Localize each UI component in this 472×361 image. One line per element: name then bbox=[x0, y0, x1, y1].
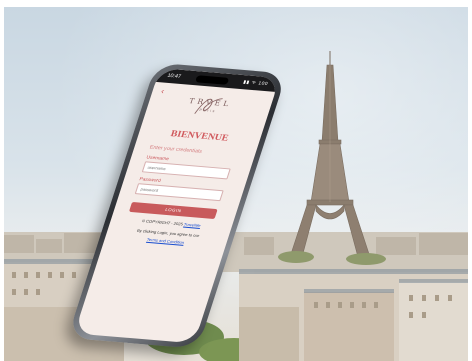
credentials-subtitle: Enter your credentials bbox=[148, 144, 203, 155]
username-label: Username bbox=[145, 154, 170, 162]
password-input[interactable] bbox=[134, 183, 224, 202]
password-label: Password bbox=[138, 176, 162, 183]
status-icons: ▮▮ ᯤ 100 bbox=[242, 79, 269, 87]
login-button[interactable]: LOGIN bbox=[128, 201, 218, 220]
dynamic-island bbox=[194, 74, 230, 85]
travelme-link[interactable]: TravelMe bbox=[183, 223, 201, 228]
status-time: 10:47 bbox=[166, 72, 182, 80]
welcome-title: BIENVENUE bbox=[169, 128, 230, 143]
copyright-text: © COPYRIGHT - 2025 bbox=[141, 219, 184, 227]
eiffel-tower bbox=[289, 51, 371, 258]
